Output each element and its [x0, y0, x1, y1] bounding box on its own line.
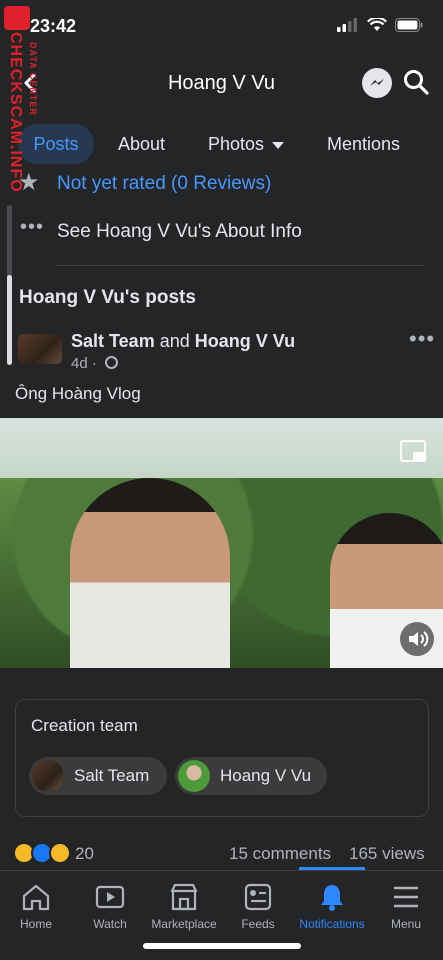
- views-count: 165 views: [349, 844, 425, 863]
- post-more-button[interactable]: •••: [409, 326, 435, 352]
- watch-icon: [95, 885, 125, 909]
- avatar: [32, 760, 64, 792]
- watermark-subtext: DATA CENTER: [28, 42, 38, 116]
- home-indicator[interactable]: [143, 943, 301, 949]
- creator-chip[interactable]: Salt Team: [29, 757, 167, 795]
- watermark: CHECKSCAM.INFO DATA CENTER: [4, 6, 44, 216]
- sad-icon: [49, 842, 71, 864]
- about-info-text[interactable]: See Hoang V Vu's About Info: [57, 221, 302, 243]
- video-person-left: [70, 478, 230, 668]
- post-time[interactable]: 4d: [71, 355, 88, 372]
- tab-photos[interactable]: Photos: [208, 124, 285, 164]
- creator-name: Salt Team: [74, 766, 150, 785]
- post-caption: Ông Hoàng Vlog: [15, 384, 141, 403]
- post-meta: 4d ·: [71, 355, 119, 372]
- tab-photos-label: Photos: [208, 134, 265, 154]
- post-video[interactable]: [0, 418, 443, 668]
- search-icon[interactable]: [402, 68, 430, 96]
- post-author-connector: and: [159, 331, 190, 351]
- status-bar: 23:42: [0, 0, 443, 54]
- profile-tabs: Posts About Photos Mentions: [0, 124, 443, 166]
- posts-heading: Hoang V Vu's posts: [19, 287, 196, 308]
- creation-team-card: Creation team Salt Team Hoang V Vu: [15, 699, 429, 817]
- home-icon: [22, 884, 50, 911]
- picture-in-picture-icon[interactable]: [400, 440, 426, 462]
- wifi-icon: [367, 18, 387, 31]
- avatar[interactable]: [18, 334, 62, 364]
- scrollbar-thumb[interactable]: [7, 275, 12, 365]
- bell-icon: [321, 885, 343, 911]
- post-author-1[interactable]: Salt Team: [71, 331, 155, 351]
- post-author-2[interactable]: Hoang V Vu: [195, 331, 295, 351]
- nav-notifications-label: Notifications: [299, 917, 365, 931]
- chevron-down-icon: [272, 141, 285, 149]
- rating-text[interactable]: Not yet rated (0 Reviews): [57, 173, 271, 195]
- more-dots-icon: •••: [20, 216, 45, 238]
- globe-icon: [105, 356, 119, 369]
- post-meta-separator: ·: [91, 355, 97, 372]
- about-info-row[interactable]: ••• See Hoang V Vu's About Info: [18, 216, 438, 246]
- battery-icon: [395, 18, 423, 32]
- nav-home[interactable]: Home: [0, 879, 76, 939]
- signal-icon: [337, 18, 357, 32]
- reactions-row: 20 15 comments 165 views: [13, 841, 433, 865]
- nav-home-label: Home: [19, 917, 52, 931]
- nav-notifications[interactable]: Notifications: [292, 879, 372, 939]
- nav-menu[interactable]: Menu: [366, 879, 443, 939]
- nav-marketplace-label: Marketplace: [151, 917, 217, 931]
- lock-icon: [4, 6, 30, 30]
- creator-chip[interactable]: Hoang V Vu: [175, 757, 327, 795]
- reaction-count[interactable]: 20: [75, 844, 94, 864]
- top-app-bar: Hoang V Vu: [0, 60, 443, 106]
- sound-icon[interactable]: [400, 622, 434, 656]
- comments-count[interactable]: 15 comments: [229, 844, 331, 864]
- reaction-icons[interactable]: [13, 841, 77, 865]
- creation-team-title: Creation team: [31, 716, 138, 735]
- nav-feeds[interactable]: Feeds: [218, 879, 298, 939]
- post-authors: Salt Team and Hoang V Vu: [71, 331, 295, 352]
- nav-marketplace[interactable]: Marketplace: [144, 879, 224, 939]
- rating-row[interactable]: ★ Not yet rated (0 Reviews): [18, 170, 438, 198]
- nav-watch-label: Watch: [93, 917, 127, 931]
- feeds-icon: [244, 883, 272, 911]
- status-icons: [337, 18, 423, 32]
- nav-menu-label: Menu: [390, 917, 422, 931]
- tab-about[interactable]: About: [118, 124, 165, 164]
- marketplace-icon: [170, 883, 198, 911]
- watermark-text: CHECKSCAM.INFO: [7, 32, 24, 193]
- menu-icon: [394, 886, 418, 908]
- creator-name: Hoang V Vu: [220, 766, 312, 785]
- nav-watch[interactable]: Watch: [70, 879, 150, 939]
- messenger-icon[interactable]: [362, 68, 392, 98]
- divider: [56, 265, 424, 266]
- nav-feeds-label: Feeds: [241, 917, 275, 931]
- tab-mentions[interactable]: Mentions: [327, 124, 400, 164]
- avatar: [178, 760, 210, 792]
